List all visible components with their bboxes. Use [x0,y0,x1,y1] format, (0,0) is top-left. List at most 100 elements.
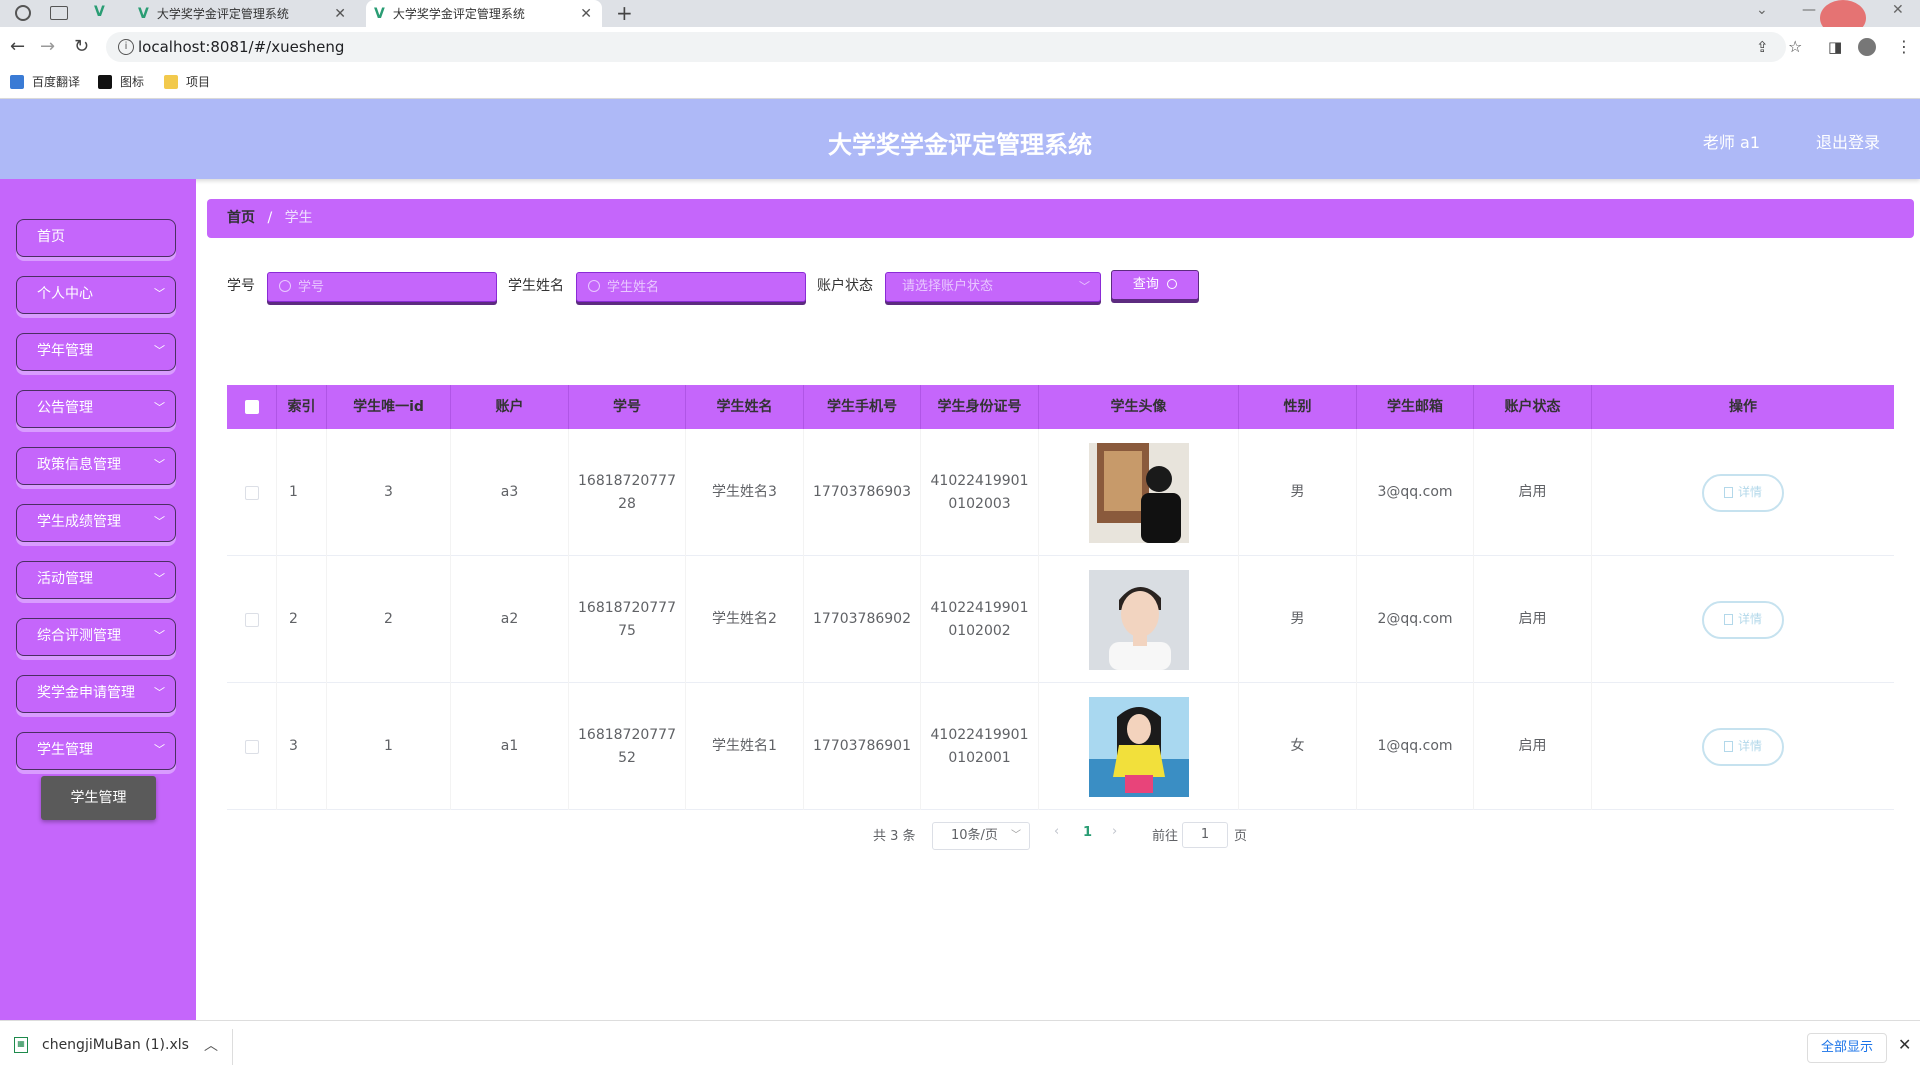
url-text[interactable]: localhost:8081/#/xuesheng [138,38,344,56]
chevron-down-icon: ﹀ [154,629,165,642]
page-size-select[interactable]: 10条/页 ﹀ [932,822,1030,850]
new-tab-icon[interactable]: + [616,0,633,26]
cell-name: 学生姓名2 [686,556,804,683]
forward-icon[interactable]: → [40,37,55,57]
sidepanel-icon[interactable]: ◨ [1828,37,1842,57]
globe-icon[interactable] [15,5,31,21]
close-window-icon[interactable]: ✕ [1892,2,1904,18]
chevron-down-icon: ﹀ [154,686,165,699]
chevron-down-icon: ﹀ [154,572,165,585]
sidebar-item-students[interactable]: 学生管理 ﹀ [16,732,176,770]
sidebar-item-activity[interactable]: 活动管理 ﹀ [16,561,176,599]
browser-tab-bar: V V 大学奖学金评定管理系统 ✕ V 大学奖学金评定管理系统 ✕ + ⌄ — … [0,0,1920,36]
share-icon[interactable]: ⇪ [1756,37,1769,57]
submenu-student-management[interactable]: 学生管理 [41,776,156,820]
col-email: 学生邮箱 [1357,385,1474,429]
goto-page-input[interactable]: 1 [1182,822,1228,848]
account-status-select[interactable]: 请选择账户状态 ﹀ [885,272,1101,302]
cell-xuehao: 16818720777 28 [569,429,686,556]
xuehao-input[interactable] [267,272,497,302]
sidebar-item-policy[interactable]: 政策信息管理 ﹀ [16,447,176,485]
document-icon [1723,614,1733,625]
select-all-checkbox[interactable] [244,400,259,414]
chevron-down-icon: ﹀ [154,344,165,357]
profile-icon[interactable] [1858,38,1876,56]
student-name-input[interactable] [576,272,806,302]
cell-account: a2 [451,556,569,683]
col-actions: 操作 [1729,399,1757,415]
sidebar-item-profile[interactable]: 个人中心 ﹀ [16,276,176,314]
sidebar-item-notice[interactable]: 公告管理 ﹀ [16,390,176,428]
avatar [1088,696,1189,797]
chevron-down-icon[interactable]: ⌄ [1756,2,1768,18]
col-uid: 学生唯一id [327,385,451,429]
row-checkbox[interactable] [244,612,259,627]
browser-tab-1[interactable]: V 大学奖学金评定管理系统 ✕ [130,0,356,27]
cell-gender: 男 [1239,556,1357,683]
sidebar-item-scholarship[interactable]: 奖学金申请管理 ﹀ [16,675,176,713]
detail-button[interactable]: 详情 [1702,473,1784,512]
bookmark-project[interactable]: 项目 [164,73,210,90]
query-button[interactable]: 查询 [1111,270,1199,300]
back-icon[interactable]: ← [10,37,25,57]
row-checkbox-cell [227,683,277,810]
cell-name: 学生姓名1 [686,683,804,810]
image-icon [98,74,112,89]
cell-xuehao: 16818720777 75 [569,556,686,683]
star-icon[interactable]: ☆ [1788,37,1802,57]
folder-icon [164,74,178,89]
row-checkbox[interactable] [244,485,259,500]
menu-icon[interactable]: ⋮ [1896,37,1912,57]
sidebar-item-evaluation[interactable]: 综合评测管理 ﹀ [16,618,176,656]
app-header: 大学奖学金评定管理系统 老师 a1 退出登录 [0,99,1920,179]
cell-status: 启用 [1474,556,1592,683]
detail-button[interactable]: 详情 [1702,600,1784,639]
cell-idcard: 41022419901 0102003 [921,429,1039,556]
col-phone: 学生手机号 [804,385,921,429]
download-item[interactable]: ▦ chengjiMuBan (1).xls [14,1037,189,1053]
cell-avatar [1039,556,1239,683]
close-icon[interactable]: ✕ [580,6,592,22]
cell-email: 1@qq.com [1357,683,1474,810]
logout-link[interactable]: 退出登录 [1816,129,1880,153]
sidebar-item-grades[interactable]: 学生成绩管理 ﹀ [16,504,176,542]
cell-phone: 17703786903 [804,429,921,556]
close-icon[interactable]: ✕ [334,6,346,22]
cell-uid: 1 [327,683,451,810]
table-row: 1 3 a3 16818720777 28 学生姓名3 17703786903 … [227,429,1894,556]
student-name-label: 学生姓名 [508,278,564,294]
chevron-down-icon: ﹀ [154,458,165,471]
cell-avatar [1039,429,1239,556]
url-field[interactable]: i localhost:8081/#/xuesheng [106,32,1786,62]
vue-logo-icon: V [138,5,149,22]
next-page-icon[interactable]: › [1112,824,1117,839]
col-gender: 性别 [1239,385,1357,429]
avatar [1088,442,1189,543]
reload-icon[interactable]: ↻ [74,37,89,57]
close-icon[interactable]: ✕ [1898,1035,1911,1054]
bookmark-icons[interactable]: 图标 [98,73,144,90]
cell-status: 启用 [1474,683,1592,810]
browser-tab-2[interactable]: V 大学奖学金评定管理系统 ✕ [366,0,602,27]
sidebar-item-home[interactable]: 首页 [16,219,176,257]
col-name: 学生姓名 [686,385,804,429]
tab-page-icon[interactable] [50,6,68,20]
sidebar-item-school-year[interactable]: 学年管理 ﹀ [16,333,176,371]
bookmark-baidu-translate[interactable]: 百度翻译 [10,73,80,90]
show-all-button[interactable]: 全部显示 [1807,1033,1887,1063]
col-status: 账户状态 [1474,385,1592,429]
chevron-up-icon[interactable]: ︿ [204,1035,218,1055]
breadcrumb-home[interactable]: 首页 [227,210,255,226]
info-icon[interactable]: i [118,39,134,55]
page-number-current[interactable]: 1 [1083,825,1092,840]
col-index: 索引 [277,385,327,429]
account-status-label: 账户状态 [817,278,873,294]
cell-actions: 详情 [1592,683,1894,810]
minimize-icon[interactable]: — [1802,2,1816,18]
detail-button[interactable]: 详情 [1702,727,1784,766]
prev-page-icon[interactable]: ‹ [1054,824,1059,839]
cell-gender: 女 [1239,683,1357,810]
vue-tab-icon[interactable]: V [94,4,105,20]
cell-email: 2@qq.com [1357,556,1474,683]
row-checkbox[interactable] [244,739,259,754]
